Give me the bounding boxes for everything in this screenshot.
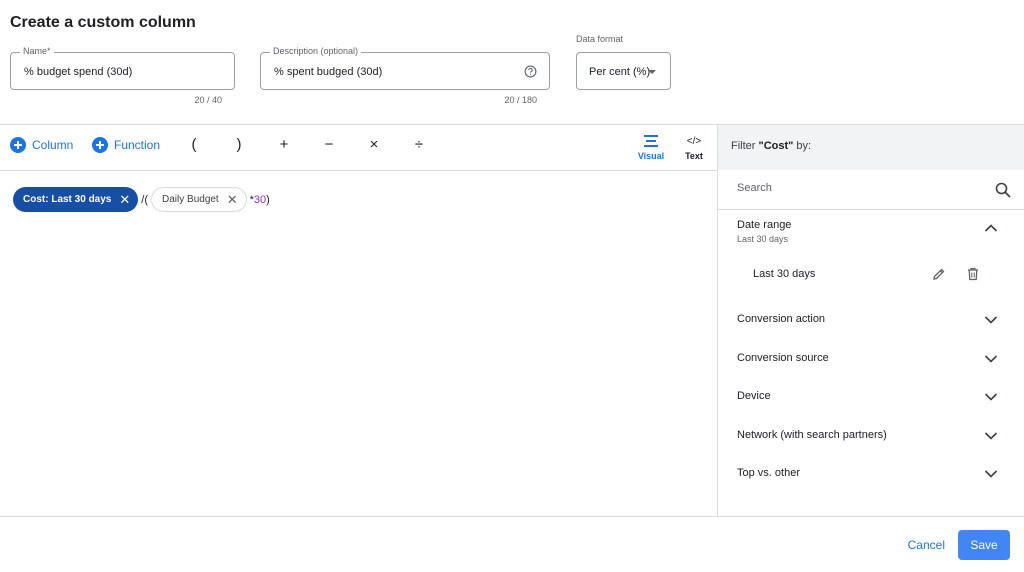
chevron-down-icon[interactable] xyxy=(984,392,998,402)
name-field-value[interactable]: % budget spend (30d) xyxy=(24,66,132,78)
accordion-network[interactable]: Network (with search partners) xyxy=(718,419,1024,449)
filter-header-metric: "Cost" xyxy=(758,140,794,152)
visual-mode-tab[interactable]: Visual xyxy=(636,133,666,161)
data-format-label: Data format xyxy=(576,34,624,44)
add-circle-icon xyxy=(92,137,108,153)
close-icon[interactable]: ✕ xyxy=(119,193,130,206)
date-range-title: Date range xyxy=(737,219,792,231)
description-field-value[interactable]: % spent budged (30d) xyxy=(274,66,382,78)
chevron-up-icon[interactable] xyxy=(984,223,998,233)
date-range-option-label: Last 30 days xyxy=(753,268,816,280)
filter-panel: Filter "Cost" by: Date range Last 30 day… xyxy=(717,125,1024,516)
formula-chip-daily-budget[interactable]: Daily Budget ✕ xyxy=(151,187,247,212)
visual-mode-label: Visual xyxy=(637,151,665,161)
plus-button[interactable]: + xyxy=(274,136,294,153)
close-icon[interactable]: ✕ xyxy=(227,193,238,206)
close-paren-button[interactable]: ) xyxy=(229,136,249,153)
date-range-option[interactable]: Last 30 days xyxy=(718,257,1024,293)
filter-header-prefix: Filter xyxy=(731,140,759,152)
date-range-subtitle: Last 30 days xyxy=(737,234,789,244)
accordion-conversion-action[interactable]: Conversion action xyxy=(718,303,1024,333)
text-mode-tab[interactable]: </> Text xyxy=(680,133,708,162)
description-field[interactable]: Description (optional) % spent budged (3… xyxy=(260,46,550,90)
accordion-conversion-source[interactable]: Conversion source xyxy=(718,342,1024,372)
name-field-label: Name* xyxy=(20,46,54,56)
filter-search xyxy=(718,170,1024,210)
top-vs-other-title: Top vs. other xyxy=(737,467,800,479)
name-field[interactable]: Name* % budget spend (30d) xyxy=(10,46,235,90)
chevron-down-icon[interactable] xyxy=(984,315,998,325)
formula-chip-cost[interactable]: Cost: Last 30 days ✕ xyxy=(13,187,139,212)
minus-button[interactable]: − xyxy=(319,136,339,153)
save-button[interactable]: Save xyxy=(958,530,1010,560)
add-column-label: Column xyxy=(32,138,74,152)
description-field-label: Description (optional) xyxy=(270,46,362,56)
network-title: Network (with search partners) xyxy=(737,429,887,441)
divide-button[interactable]: ÷ xyxy=(409,136,429,153)
edit-pencil-icon[interactable] xyxy=(932,267,946,281)
accordion-date-range[interactable]: Date range Last 30 days xyxy=(718,211,1024,255)
text-mode-label: Text xyxy=(685,151,703,161)
formula-number: 30 xyxy=(253,193,267,206)
formula-operator: ) xyxy=(266,193,270,206)
chip-cost-label: Cost: Last 30 days xyxy=(23,194,112,205)
chip-daily-budget-label: Daily Budget xyxy=(162,194,219,205)
conversion-source-title: Conversion source xyxy=(737,352,829,364)
add-column-button[interactable]: Column xyxy=(10,137,73,153)
formula-operator: /( xyxy=(141,193,149,206)
filter-panel-header: Filter "Cost" by: xyxy=(718,125,1024,170)
chevron-down-icon[interactable] xyxy=(984,354,998,364)
add-function-label: Function xyxy=(114,138,161,152)
open-paren-button[interactable]: ( xyxy=(184,136,204,153)
toolbar-divider xyxy=(0,170,717,171)
caret-down-icon xyxy=(648,70,656,74)
dialog-footer: Cancel Save xyxy=(0,516,1024,572)
multiply-button[interactable]: × xyxy=(364,136,384,153)
chevron-down-icon[interactable] xyxy=(984,431,998,441)
formula-toolbar: Column Function ( ) + − × ÷ Visual </> T… xyxy=(0,125,717,170)
filter-header-suffix: by: xyxy=(793,140,812,152)
formula-editor[interactable]: Cost: Last 30 days ✕ /( Daily Budget ✕ *… xyxy=(13,187,273,212)
device-title: Device xyxy=(737,390,771,402)
data-format-select[interactable]: Per cent (%) xyxy=(576,52,671,90)
conversion-action-title: Conversion action xyxy=(737,313,826,325)
data-format-value: Per cent (%) xyxy=(589,66,651,78)
chevron-down-icon[interactable] xyxy=(984,469,998,479)
search-icon[interactable] xyxy=(995,182,1011,198)
add-circle-icon xyxy=(10,137,26,153)
page-title: Create a custom column xyxy=(10,14,196,31)
add-function-button[interactable]: Function xyxy=(92,137,160,153)
cancel-button[interactable]: Cancel xyxy=(908,538,945,552)
accordion-device[interactable]: Device xyxy=(718,380,1024,410)
filter-search-input[interactable] xyxy=(737,182,977,194)
description-counter: 20 / 180 xyxy=(504,95,537,105)
code-icon: </> xyxy=(686,135,702,147)
name-counter: 20 / 40 xyxy=(194,95,222,105)
visual-lines-icon xyxy=(636,133,666,149)
accordion-top-vs-other[interactable]: Top vs. other xyxy=(718,457,1024,487)
help-circle-icon[interactable] xyxy=(524,65,537,78)
trash-icon[interactable] xyxy=(966,267,980,281)
